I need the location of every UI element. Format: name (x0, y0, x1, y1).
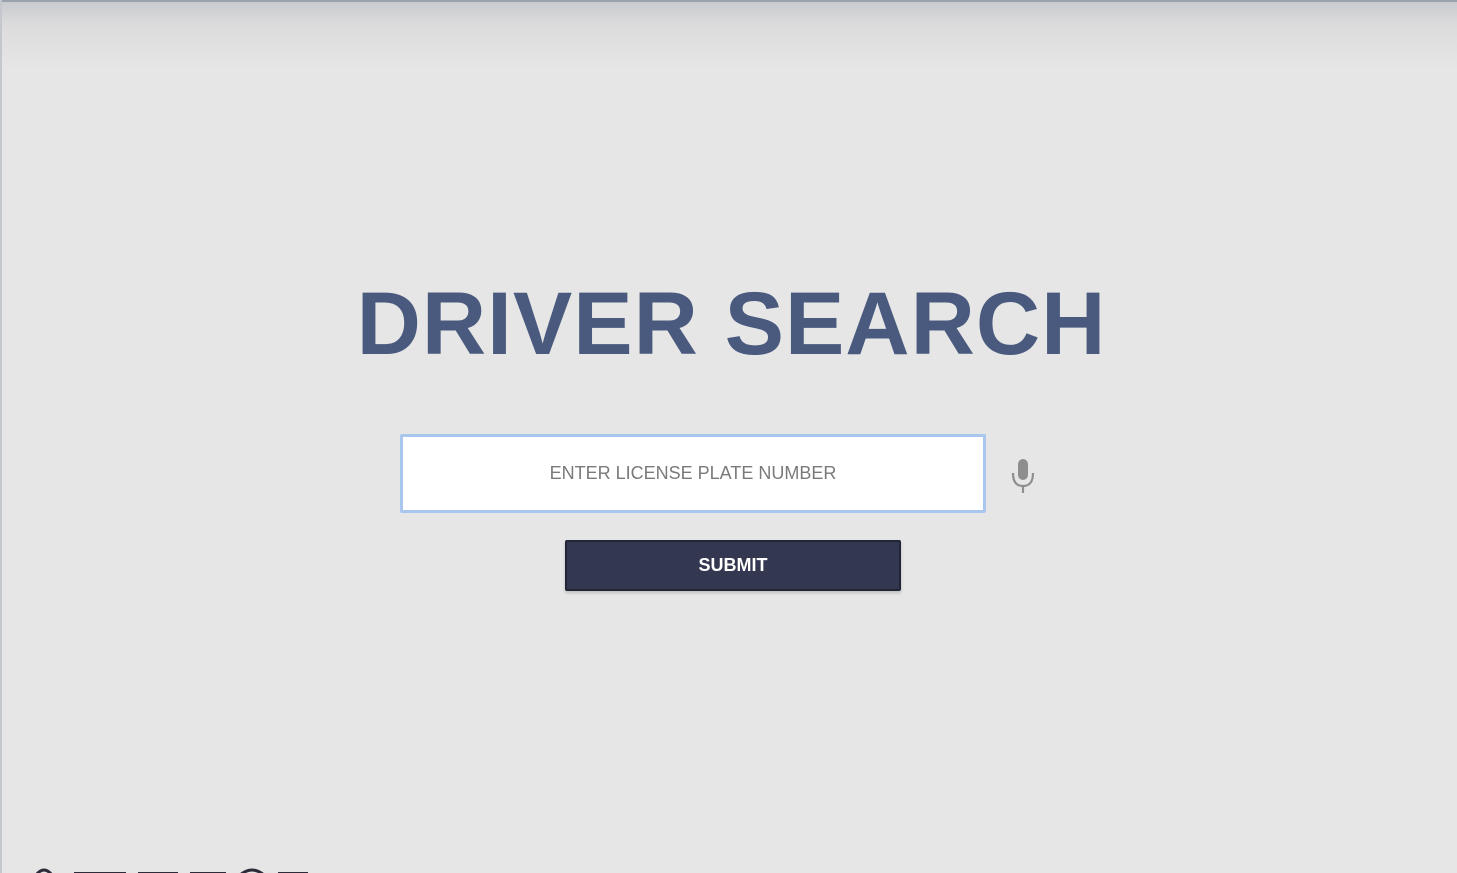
submit-button[interactable]: SUBMIT (565, 540, 901, 591)
search-box[interactable] (400, 434, 986, 513)
license-plate-input[interactable] (403, 437, 983, 510)
bottom-cropped-text (30, 862, 320, 873)
browser-top-shadow (0, 0, 1457, 70)
microphone-icon[interactable] (1008, 456, 1038, 498)
window-left-edge (0, 0, 2, 873)
page-title: DRIVER SEARCH (356, 273, 1107, 373)
microphone-icon-svg (1011, 459, 1035, 493)
